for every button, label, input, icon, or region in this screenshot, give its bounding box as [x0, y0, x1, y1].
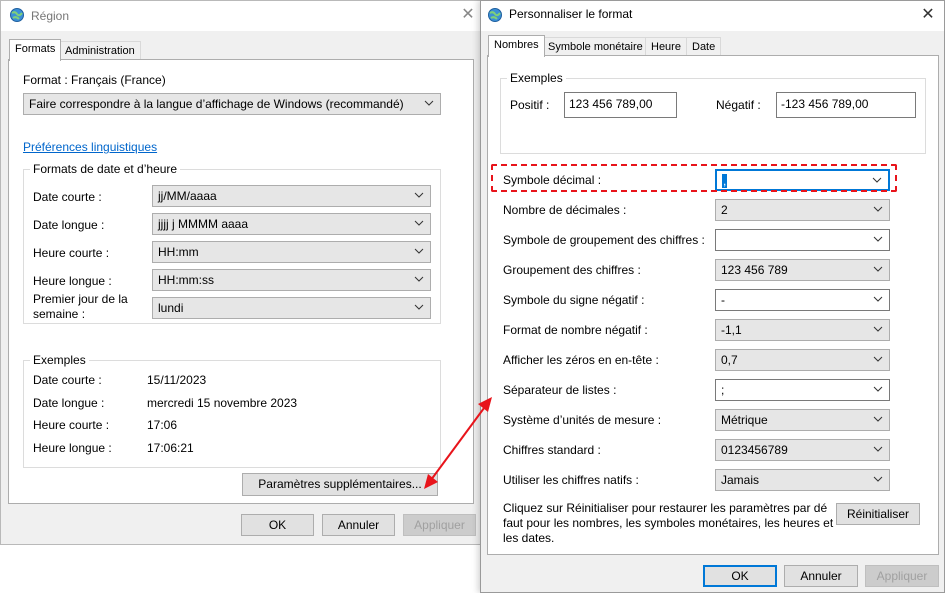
- tab-numbers[interactable]: Nombres: [488, 35, 545, 57]
- pointer-arrow-icon: [424, 397, 492, 489]
- tab-formats[interactable]: Formats: [9, 39, 62, 61]
